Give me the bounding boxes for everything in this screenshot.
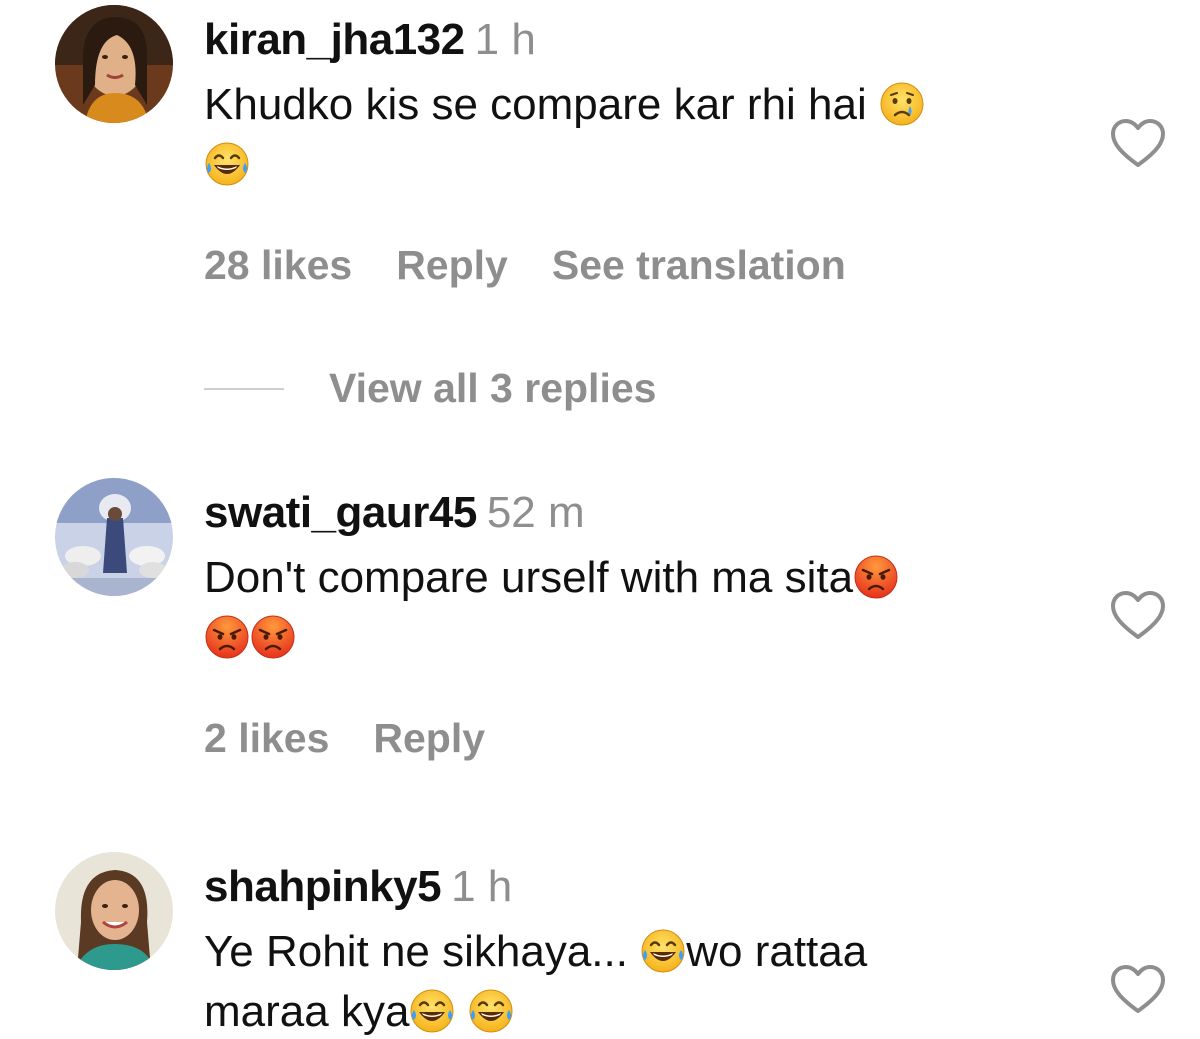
comment-header: shahpinky5 1 h — [204, 861, 512, 913]
tears-of-joy-icon — [468, 988, 514, 1034]
comment-text-line: Ye Rohit ne sikhaya... — [204, 927, 628, 976]
comment-item: shahpinky5 1 h Ye Rohit ne sikhaya... wo … — [0, 0, 1200, 1039]
comment-text: Ye Rohit ne sikhaya... wo rattaa maraa k… — [204, 922, 1084, 1039]
tears-of-joy-icon — [409, 988, 455, 1034]
username[interactable]: shahpinky5 — [204, 862, 442, 911]
woman-smiling-avatar[interactable] — [55, 852, 173, 970]
tears-of-joy-icon — [640, 928, 686, 974]
like-heart-icon[interactable] — [1110, 964, 1166, 1016]
comment-text-line: maraa kya — [204, 987, 410, 1036]
timestamp: 1 h — [451, 862, 513, 911]
comments-panel: kiran_jha132 1 h Khudko kis se compare ka… — [0, 0, 1200, 1039]
comment-text-line: wo rattaa — [686, 927, 868, 976]
